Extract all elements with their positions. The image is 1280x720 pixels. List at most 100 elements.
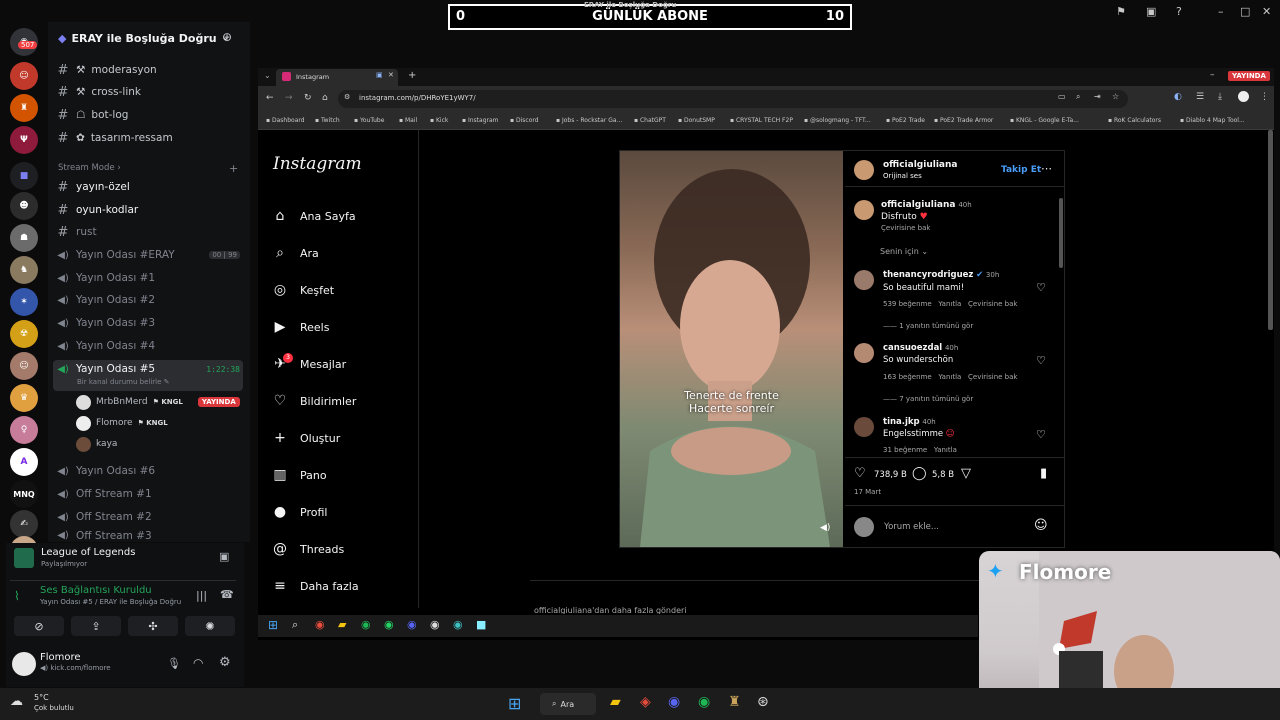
url-input[interactable]: ⚙ instagram.com/p/DHRoYE1yWY7/ ☆ ⇥ ⌕ ▭ <box>338 90 1128 108</box>
bookmark-item[interactable]: ▪ Jobs - Rockstar Ga... <box>556 117 622 124</box>
settings-gear-icon[interactable]: ⚙ <box>219 655 231 670</box>
share-icon[interactable]: ▽ <box>961 466 971 481</box>
channel-yayin-odasi-eray[interactable]: ◀) Yayın Odası #ERAY 00 | 99 <box>56 245 246 265</box>
minimize-icon[interactable]: – <box>1218 5 1224 18</box>
reply-link[interactable]: Yanıtla <box>934 446 957 454</box>
nav-more[interactable]: ≡ Daha fazla <box>272 576 358 596</box>
channel-yayin-ozel[interactable]: # yayın-özel <box>56 177 246 197</box>
weather-icon[interactable]: ☁ <box>10 694 23 709</box>
channel-yayin-odasi-6[interactable]: ◀) Yayın Odası #6 <box>56 461 246 481</box>
mic-icon[interactable]: 🎙 <box>167 657 181 670</box>
channel-yayin-odasi-3[interactable]: ◀) Yayın Odası #3 <box>56 313 246 333</box>
save-icon[interactable]: ▮ <box>1040 466 1047 481</box>
channel-yayin-odasi-4[interactable]: ◀) Yayın Odası #4 <box>56 336 246 356</box>
bookmark-item[interactable]: ▪ Kick <box>430 117 448 124</box>
avatar[interactable] <box>854 270 874 290</box>
post-audio[interactable]: Orijinal ses <box>883 172 922 180</box>
folder-icon[interactable]: ■ <box>10 162 38 190</box>
channel-rust[interactable]: # rust <box>56 222 246 242</box>
share-activity-icon[interactable]: ▣ <box>219 550 229 563</box>
nav-dashboard[interactable]: ▥ Pano <box>272 465 326 485</box>
channel-bot-log[interactable]: # ☖ bot-log <box>56 105 246 125</box>
add-member-icon[interactable]: ⊕ <box>222 30 232 44</box>
bookmark-item[interactable]: ▪ Twitch <box>315 117 340 124</box>
close-icon[interactable]: ✕ <box>1262 5 1271 18</box>
server-icon[interactable]: ☗ <box>10 224 38 252</box>
bookmark-star-icon[interactable]: ☆ <box>1112 92 1119 101</box>
bookmark-item[interactable]: ▪ Diablo 4 Map Tool... <box>1180 117 1245 124</box>
share-icon[interactable]: ⇥ <box>1094 92 1101 101</box>
bookmark-item[interactable]: ▪ PoE2 Trade Armor <box>934 117 993 124</box>
windows-start-icon[interactable]: ⊞ <box>268 618 278 632</box>
server-icon[interactable]: A <box>10 448 38 476</box>
profile-avatar[interactable] <box>1238 91 1249 102</box>
like-icon[interactable]: ♡ <box>854 466 866 481</box>
bookmark-item[interactable]: ▪ RoK Calculators <box>1108 117 1161 124</box>
menu-icon[interactable]: ⋮ <box>1260 92 1269 102</box>
mute-icon[interactable]: ◀) <box>820 523 830 533</box>
comment-input[interactable]: Yorum ekle... <box>884 522 939 532</box>
noise-suppression-icon[interactable]: ||| <box>196 589 207 602</box>
new-tab-icon[interactable]: + <box>408 70 416 81</box>
camera-off-button[interactable]: ⊘ <box>14 616 64 636</box>
back-icon[interactable]: ← <box>266 93 274 103</box>
like-comment-icon[interactable]: ♡ <box>1036 428 1046 441</box>
nav-reels[interactable]: ▶ Reels <box>272 317 330 337</box>
chrome-icon[interactable]: ◉ <box>315 618 325 631</box>
avatar[interactable] <box>854 343 874 363</box>
sort-dropdown[interactable]: Senin için ⌄ <box>880 247 928 256</box>
server-icon[interactable]: ☢ <box>10 320 38 348</box>
emoji-icon[interactable]: ☺ <box>1034 518 1048 533</box>
channel-yayin-odasi-5[interactable]: ◀) Yayın Odası #5 1:22:38 <box>56 359 246 379</box>
bookmark-item[interactable]: ▪ DonutSMP <box>678 117 715 124</box>
nav-profile[interactable]: ● Profil <box>272 502 328 522</box>
page-scrollbar[interactable] <box>1268 130 1273 330</box>
nav-home[interactable]: ⌂ Ana Sayfa <box>272 206 356 226</box>
follow-button[interactable]: Takip Et <box>1001 165 1041 175</box>
channel-yayin-odasi-2[interactable]: ◀) Yayın Odası #2 <box>56 290 246 310</box>
tab-list-icon[interactable]: ⌄ <box>264 71 271 80</box>
spotify-icon[interactable]: ◉ <box>698 694 710 710</box>
steam-icon[interactable]: ◉ <box>430 618 440 631</box>
bookmark-item[interactable]: ▪ KNGL - Google E-Ta... <box>1010 117 1079 124</box>
reload-icon[interactable]: ↻ <box>304 93 312 103</box>
help-icon[interactable]: ? <box>1176 5 1182 18</box>
server-icon[interactable]: ☺ <box>10 62 38 90</box>
bookmark-item[interactable]: ▪ Discord <box>510 117 539 124</box>
install-icon[interactable]: ▭ <box>1058 92 1066 101</box>
home-icon[interactable]: ⌂ <box>322 93 328 103</box>
nav-search[interactable]: ⌕ Ara <box>272 243 319 263</box>
windows-start-icon[interactable]: ⊞ <box>508 694 521 713</box>
bookmark-item[interactable]: ▪ PoE2 Trade <box>886 117 925 124</box>
reply-link[interactable]: Yanıtla <box>938 300 961 308</box>
like-comment-icon[interactable]: ♡ <box>1036 281 1046 294</box>
bookmark-item[interactable]: ▪ CRYSTAL TECH F2P <box>730 117 793 124</box>
server-icon[interactable]: ♜ <box>10 94 38 122</box>
soundboard-button[interactable]: ✺ <box>185 616 235 636</box>
channel-status[interactable]: Bir kanal durumu belirle ✎ <box>77 378 170 386</box>
bookmark-item[interactable]: ▪ Instagram <box>462 117 499 124</box>
more-options-icon[interactable]: ⋯ <box>1041 162 1052 175</box>
nav-notifications[interactable]: ♡ Bildirimler <box>272 391 357 411</box>
forward-icon[interactable]: → <box>285 93 293 103</box>
server-icon[interactable]: ♛ <box>10 384 38 412</box>
app-icon[interactable]: ◉ <box>453 618 463 631</box>
server-icon[interactable]: ♀ <box>10 416 38 444</box>
bookmark-item[interactable]: ▪ Mail <box>399 117 417 124</box>
nav-create[interactable]: + Oluştur <box>272 428 340 448</box>
league-icon[interactable]: ♜ <box>728 694 741 710</box>
server-icon[interactable]: ☻ <box>10 192 38 220</box>
extension-icon[interactable]: ◐ <box>1174 92 1182 102</box>
channel-moderasyon[interactable]: # ⚒ moderasyon <box>56 60 246 80</box>
server-icon[interactable]: Ψ <box>10 126 38 154</box>
brave-icon[interactable]: ◈ <box>640 694 651 710</box>
tab-instagram[interactable]: Instagram ▣ ✕ <box>276 69 398 86</box>
instagram-logo[interactable]: Instagram <box>273 154 362 174</box>
category-stream-mode[interactable]: Stream Mode › <box>58 163 121 173</box>
channel-off-stream-2[interactable]: ◀) Off Stream #2 <box>56 507 246 527</box>
bookmark-item[interactable]: ▪ Dashboard <box>266 117 305 124</box>
tab-close-icon[interactable]: ✕ <box>388 71 394 79</box>
maximize-icon[interactable]: □ <box>1240 5 1250 18</box>
like-comment-icon[interactable]: ♡ <box>1036 354 1046 367</box>
app-icon[interactable]: ⊛ <box>757 694 769 710</box>
